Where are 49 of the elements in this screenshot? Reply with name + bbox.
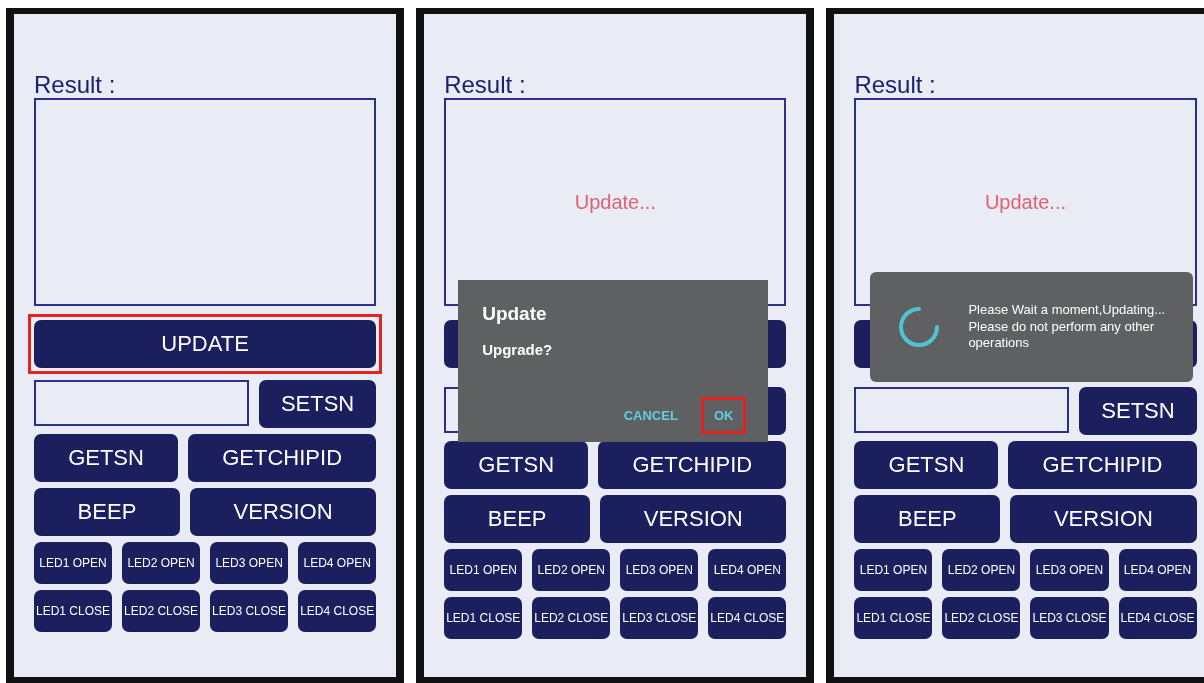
command-button[interactable]: GETSN [34, 434, 179, 483]
command-button[interactable]: LED2 CLOSE [532, 597, 611, 640]
command-button[interactable]: LED3 OPEN [620, 549, 699, 592]
result-label: Result : [854, 72, 937, 99]
command-button[interactable]: LED2 OPEN [532, 549, 611, 592]
command-button[interactable]: LED1 OPEN [444, 549, 523, 592]
command-button[interactable]: LED1 CLOSE [854, 597, 933, 640]
command-button[interactable]: LED1 OPEN [34, 542, 113, 585]
command-button[interactable]: LED1 CLOSE [444, 597, 523, 640]
command-button[interactable]: LED4 OPEN [298, 542, 377, 585]
command-button[interactable]: GETCHIPID [1008, 441, 1197, 490]
command-button[interactable]: LED3 OPEN [1030, 549, 1109, 592]
result-text: Update... [574, 190, 656, 216]
setsn-button[interactable]: SETSN [1079, 387, 1197, 436]
command-button[interactable]: LED4 CLOSE [298, 590, 377, 633]
command-button[interactable]: VERSION [600, 495, 787, 544]
setsn-button[interactable]: SETSN [259, 380, 377, 429]
command-button[interactable]: LED1 OPEN [854, 549, 933, 592]
command-button[interactable]: LED2 OPEN [122, 542, 201, 585]
command-button[interactable]: LED4 CLOSE [1118, 597, 1197, 640]
command-button[interactable]: LED3 OPEN [210, 542, 289, 585]
command-button[interactable]: LED1 CLOSE [34, 590, 113, 633]
command-button[interactable]: BEEP [854, 495, 1001, 544]
command-button[interactable]: BEEP [444, 495, 591, 544]
sn-input-field[interactable] [854, 387, 1070, 434]
command-button[interactable]: LED2 OPEN [942, 549, 1021, 592]
command-button[interactable]: LED3 CLOSE [620, 597, 699, 640]
command-button[interactable]: GETCHIPID [188, 434, 377, 483]
command-button[interactable]: LED2 CLOSE [942, 597, 1021, 640]
result-label: Result : [34, 72, 117, 99]
command-button[interactable]: LED4 OPEN [1118, 549, 1197, 592]
command-button[interactable]: GETCHIPID [598, 441, 787, 490]
command-button[interactable]: VERSION [1010, 495, 1197, 544]
update-button[interactable]: UPDATE [34, 320, 377, 369]
dialog-message: Upgrade? [482, 339, 554, 360]
command-button[interactable]: GETSN [854, 441, 999, 490]
command-button[interactable]: LED3 CLOSE [210, 590, 289, 633]
result-label: Result : [444, 72, 527, 99]
command-button[interactable]: BEEP [34, 488, 180, 537]
result-text: Update... [984, 190, 1067, 216]
progress-message: Please Wait a moment,Updating... Please do not perform any other operations [968, 301, 1167, 353]
command-button[interactable]: LED3 CLOSE [1030, 597, 1109, 640]
sn-input-field[interactable] [34, 380, 249, 427]
dialog-title: Update [482, 302, 548, 326]
command-button[interactable]: LED4 OPEN [708, 549, 787, 592]
command-button[interactable]: GETSN [444, 441, 589, 490]
command-button[interactable]: VERSION [189, 488, 377, 537]
command-button[interactable]: LED2 CLOSE [122, 590, 201, 633]
command-button[interactable]: LED4 CLOSE [708, 597, 787, 640]
